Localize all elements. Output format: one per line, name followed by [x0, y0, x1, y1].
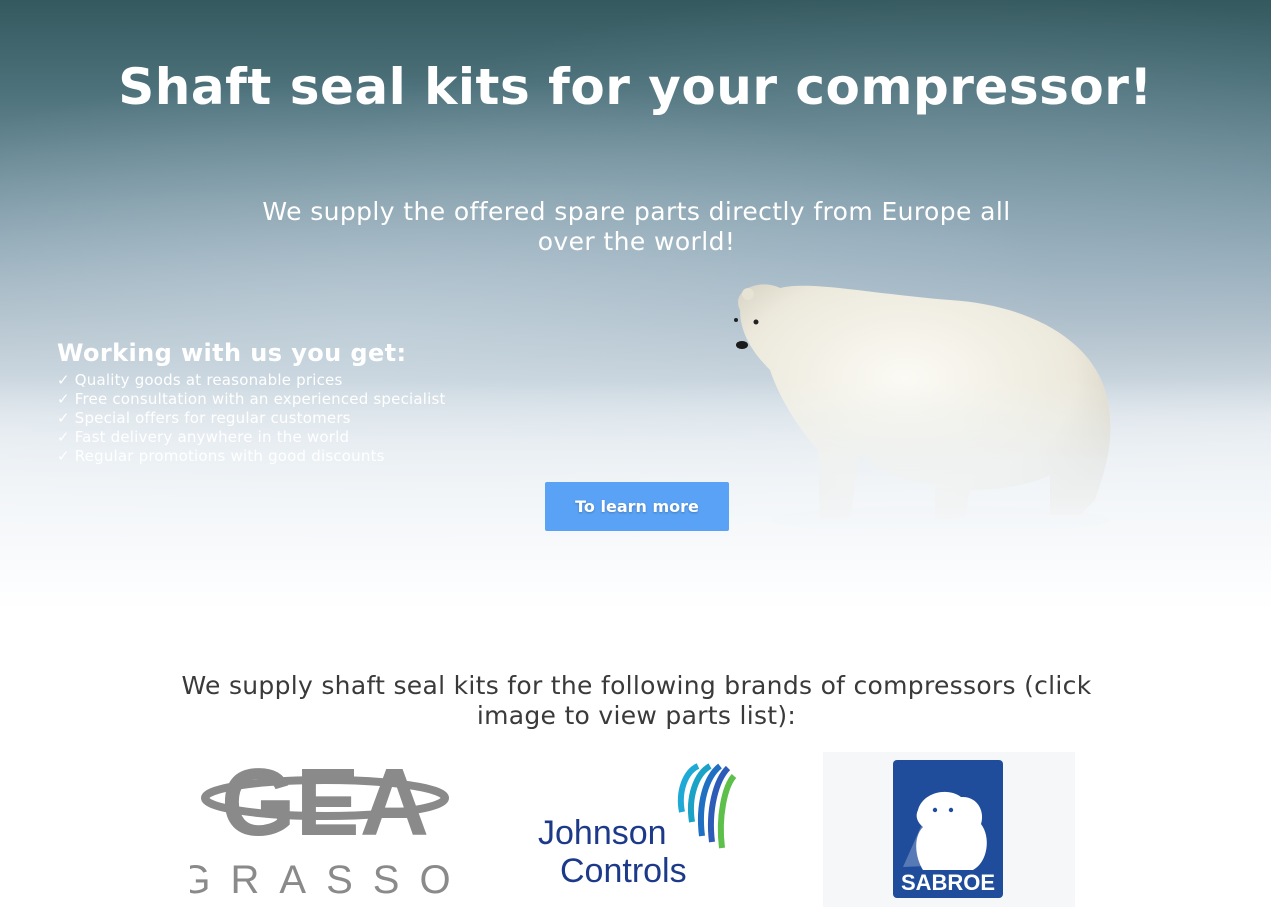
grasso-logo-text: GRASSO	[190, 858, 460, 902]
page-title: Shaft seal kits for your compressor!	[118, 58, 1153, 116]
benefits-title: Working with us you get:	[57, 339, 407, 367]
brand-gea-grasso-link[interactable]: GEA GRASSO	[190, 752, 460, 907]
hero-banner: Shaft seal kits for your compressor! We …	[0, 0, 1271, 611]
controls-logo-text: Controls	[560, 852, 687, 890]
sabroe-logo: SABROE	[893, 760, 1003, 898]
benefit-item: ✓ Free consultation with an experienced …	[57, 390, 446, 408]
sabroe-logo-text: SABROE	[901, 870, 995, 895]
benefit-item: ✓ Fast delivery anywhere in the world	[57, 428, 350, 446]
brand-johnson-controls-link[interactable]: Johnson Controls	[520, 752, 750, 907]
gea-logo-text: GEA	[221, 752, 429, 856]
benefit-item: ✓ Regular promotions with good discounts	[57, 447, 385, 465]
johnson-controls-logo: Johnson Controls	[538, 763, 737, 890]
hero-subtitle: We supply the offered spare parts direct…	[262, 197, 1011, 256]
learn-more-button[interactable]: To learn more	[545, 482, 729, 531]
gea-grasso-logo: GEA GRASSO	[190, 752, 460, 902]
johnson-controls-wave-icon	[677, 763, 737, 849]
benefits-block: Working with us you get: ✓ Quality goods…	[57, 338, 537, 466]
brand-sabroe-link[interactable]: SABROE	[823, 752, 1075, 907]
benefit-item: ✓ Quality goods at reasonable prices	[57, 371, 343, 389]
benefits-list: ✓ Quality goods at reasonable prices ✓ F…	[57, 371, 537, 466]
benefit-item: ✓ Special offers for regular customers	[57, 409, 351, 427]
johnson-logo-text: Johnson	[538, 814, 667, 852]
brands-heading: We supply shaft seal kits for the follow…	[181, 671, 1092, 730]
